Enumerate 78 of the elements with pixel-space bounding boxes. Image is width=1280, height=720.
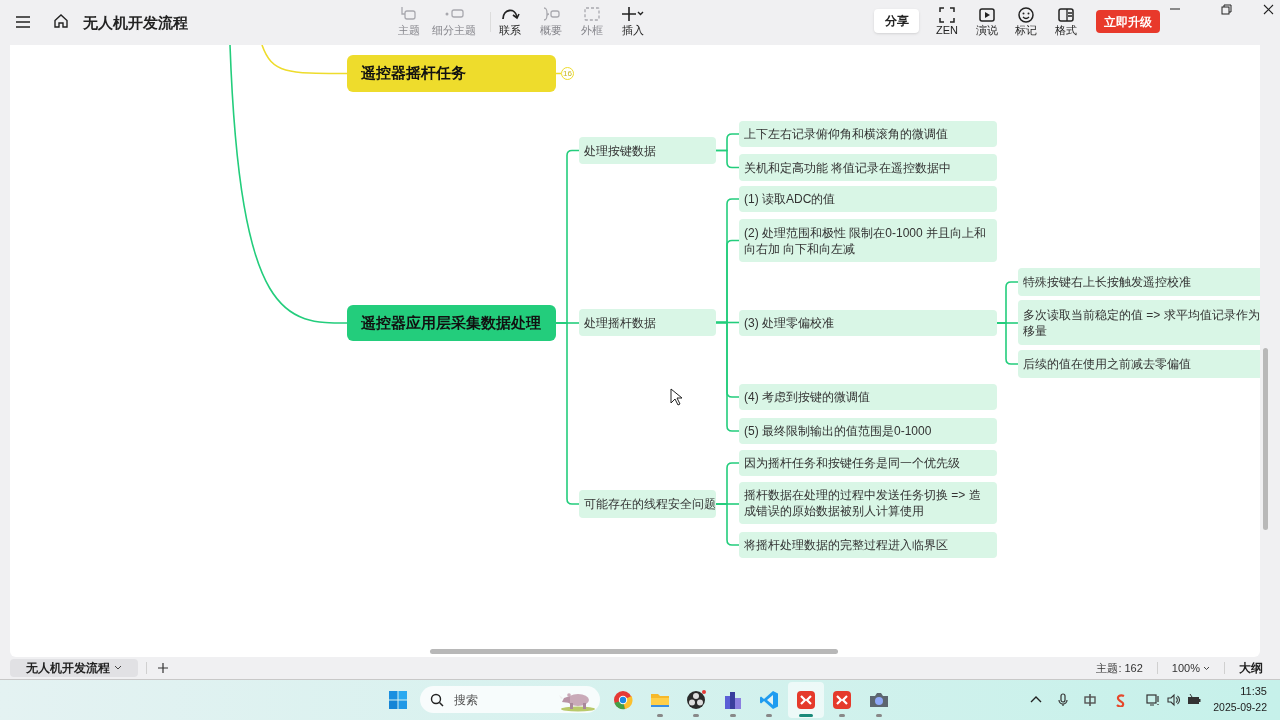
toolbar-button[interactable]: 格式: [1055, 6, 1077, 37]
dashed-frame-icon: [582, 5, 602, 23]
volume-button[interactable]: [1167, 693, 1181, 707]
menu-icon: [14, 14, 32, 30]
network-icon: [1146, 693, 1160, 707]
subtopic[interactable]: (2) 处理范围和极性 限制在0-1000 并且向上和向右加 向下和向左减: [739, 219, 997, 262]
share-button[interactable]: 分享: [874, 9, 919, 33]
subtopic[interactable]: (3) 处理零偏校准: [739, 310, 997, 336]
vertical-scrollbar[interactable]: [1263, 348, 1268, 530]
battery-icon: [1187, 693, 1201, 707]
mind-map-app-icon: [795, 690, 816, 710]
microphone-icon: [1056, 693, 1070, 707]
search-icon: [430, 692, 444, 707]
close-button[interactable]: [1262, 3, 1275, 16]
camera-icon: [868, 690, 889, 710]
microphone-button[interactable]: [1056, 693, 1070, 707]
subtopic[interactable]: 因为摇杆任务和按键任务是同一个优先级: [739, 450, 997, 476]
toolbar-button[interactable]: 标记: [1015, 6, 1037, 37]
toolbar-button[interactable]: 插入: [622, 5, 644, 37]
buildings-icon: [722, 690, 743, 710]
toolbar-button[interactable]: ZEN: [936, 6, 958, 37]
subtopic[interactable]: 特殊按键右上长按触发遥控校准: [1018, 268, 1260, 296]
search-field[interactable]: 搜索: [420, 686, 600, 713]
connector-line: [555, 72, 562, 75]
subtopic[interactable]: 处理按键数据: [579, 137, 716, 164]
close-icon: [1262, 3, 1275, 16]
home-button[interactable]: [53, 12, 71, 30]
maximize-button[interactable]: [1220, 3, 1233, 16]
fullscreen-icon: [938, 6, 956, 24]
outline-button[interactable]: 大纲: [1239, 659, 1263, 677]
network-button[interactable]: [1146, 693, 1160, 707]
plus-icon: [622, 5, 644, 23]
plus-icon: [157, 662, 169, 674]
caret-icon: [114, 665, 122, 671]
subtopic[interactable]: (4) 考虑到按键的微调值: [739, 384, 997, 410]
subtopic[interactable]: 多次读取当前稳定的值 => 求平均值记录作为移量: [1018, 300, 1260, 345]
volume-icon: [1167, 693, 1181, 707]
topic-icon: [399, 5, 419, 23]
home-icon: [53, 13, 69, 29]
sheet-tab[interactable]: 无人机开发流程: [10, 659, 138, 677]
mind-map-app-icon: [832, 690, 852, 710]
subtopic[interactable]: 摇杆数据在处理的过程中发送任务切换 => 造成错误的原始数据被别人计算使用: [739, 482, 997, 524]
input-method-icon: [1083, 693, 1097, 707]
subtopic[interactable]: 可能存在的线程安全问题: [579, 490, 716, 518]
panel-icon: [1057, 6, 1075, 24]
subtopic[interactable]: 上下左右记录俯仰角和横滚角的微调值: [739, 121, 997, 147]
main-topic[interactable]: 遥控器摇杆任务: [347, 55, 556, 92]
subtopic[interactable]: 后续的值在使用之前减去零偏值: [1018, 350, 1260, 378]
search-placeholder: 搜索: [454, 691, 478, 709]
subtopic[interactable]: 将摇杆处理数据的完整过程进入临界区: [739, 532, 997, 558]
main-topic[interactable]: 遥控器应用层采集数据处理: [347, 305, 556, 341]
browser-icon: [613, 690, 633, 710]
brace-icon: [541, 5, 561, 23]
subtopic[interactable]: 处理摇杆数据: [579, 309, 716, 336]
document-title: 无人机开发流程: [83, 13, 188, 33]
subtopic[interactable]: (1) 读取ADC的值: [739, 186, 997, 212]
subtopic[interactable]: (5) 最终限制输出的值范围是0-1000: [739, 418, 997, 444]
battery-button[interactable]: [1187, 693, 1201, 707]
start-button[interactable]: [388, 689, 410, 711]
restore-icon: [1220, 3, 1233, 16]
horizontal-scrollbar[interactable]: [430, 649, 838, 654]
connector-line: [715, 149, 740, 169]
toolbar-button[interactable]: 联系: [499, 5, 521, 37]
topic-count: 主题: 162: [1096, 660, 1143, 676]
upgrade-button[interactable]: 立即升级: [1096, 10, 1160, 33]
cursor-icon: [670, 388, 682, 406]
code-editor-icon: [759, 690, 779, 710]
windows-icon: [388, 690, 408, 710]
input-method-button[interactable]: [1083, 693, 1097, 707]
toolbar-button[interactable]: 演说: [976, 6, 998, 37]
play-icon: [978, 6, 996, 24]
caret-icon: [1203, 665, 1210, 671]
add-sheet-button[interactable]: [157, 661, 171, 675]
subtopic[interactable]: 关机和定高功能 将值记录在遥控数据中: [739, 154, 997, 181]
smiley-icon: [1017, 6, 1035, 24]
zoom-dropdown[interactable]: 100%: [1171, 659, 1210, 677]
record-app-icon: [686, 690, 706, 710]
clock[interactable]: 11:35 2025-09-22: [1207, 683, 1267, 715]
